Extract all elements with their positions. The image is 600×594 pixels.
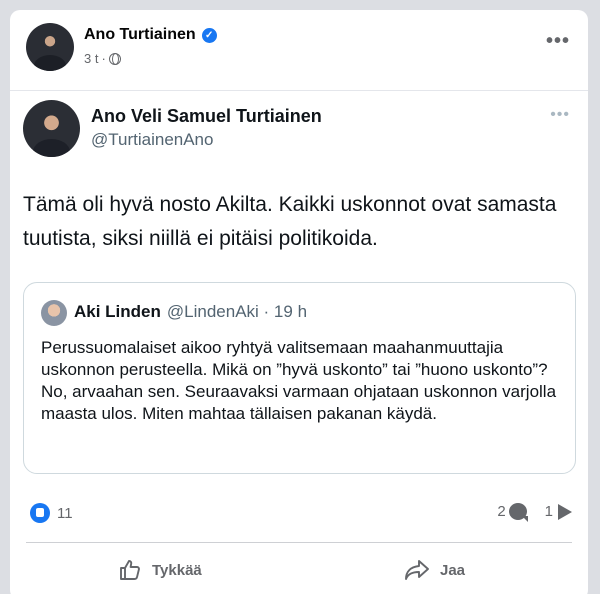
verified-badge-icon: ✓ [201, 27, 217, 43]
comment-icon [508, 503, 528, 522]
reaction-count[interactable]: 11 [57, 505, 73, 522]
author-row: Ano Turtiainen ✓ [84, 26, 217, 44]
share-count-group[interactable]: 1 [545, 503, 572, 520]
quoted-author-avatar [41, 300, 67, 326]
share-arrow-icon [405, 560, 429, 580]
comment-count-group[interactable]: 2 [497, 503, 528, 522]
quoted-tweet: Aki Linden @LindenAki · 19 h Perussuomal… [23, 282, 576, 474]
like-reaction-icon [30, 503, 50, 523]
thumbs-up-icon [120, 560, 140, 580]
tweet-author-name: Ano Veli Samuel Turtiainen [91, 106, 322, 126]
quoted-author-handle: @LindenAki · 19 h [166, 302, 308, 321]
author-name[interactable]: Ano Turtiainen [84, 26, 196, 44]
like-button[interactable]: Tykkää [118, 548, 202, 592]
post-time[interactable]: 3 t [84, 51, 98, 66]
header-divider [10, 90, 588, 91]
engagement-counts: 2 1 [497, 503, 572, 522]
tweet-author-handle: @TurtiainenAno [91, 130, 214, 149]
tweet-text: Tämä oli hyvä nosto Akilta. Kaikki uskon… [23, 193, 557, 250]
like-button-label: Tykkää [152, 561, 202, 579]
actions-divider [26, 542, 572, 543]
post-card: Ano Turtiainen ✓ 3 t · ••• Ano Veli Samu… [10, 10, 588, 594]
comment-count: 2 [497, 503, 506, 520]
share-count-icon [558, 503, 572, 520]
quoted-tweet-header: Aki Linden @LindenAki · 19 h [74, 302, 307, 322]
globe-icon [108, 52, 121, 65]
tweet-author-avatar [23, 100, 80, 157]
post-meta: 3 t · [84, 51, 121, 66]
post-options-button[interactable]: ••• [546, 30, 570, 53]
tweet-more-icon: ••• [550, 106, 570, 123]
share-button[interactable]: Jaa [404, 548, 465, 592]
quoted-tweet-text: Perussuomalaiset aikoo ryhtyä valitsemaa… [41, 338, 557, 423]
share-count: 1 [544, 503, 553, 520]
quoted-author-name: Aki Linden [74, 302, 161, 321]
share-button-label: Jaa [440, 561, 466, 579]
meta-separator: · [101, 51, 106, 66]
reaction-summary[interactable]: 11 [30, 503, 73, 523]
author-avatar[interactable] [26, 23, 74, 71]
